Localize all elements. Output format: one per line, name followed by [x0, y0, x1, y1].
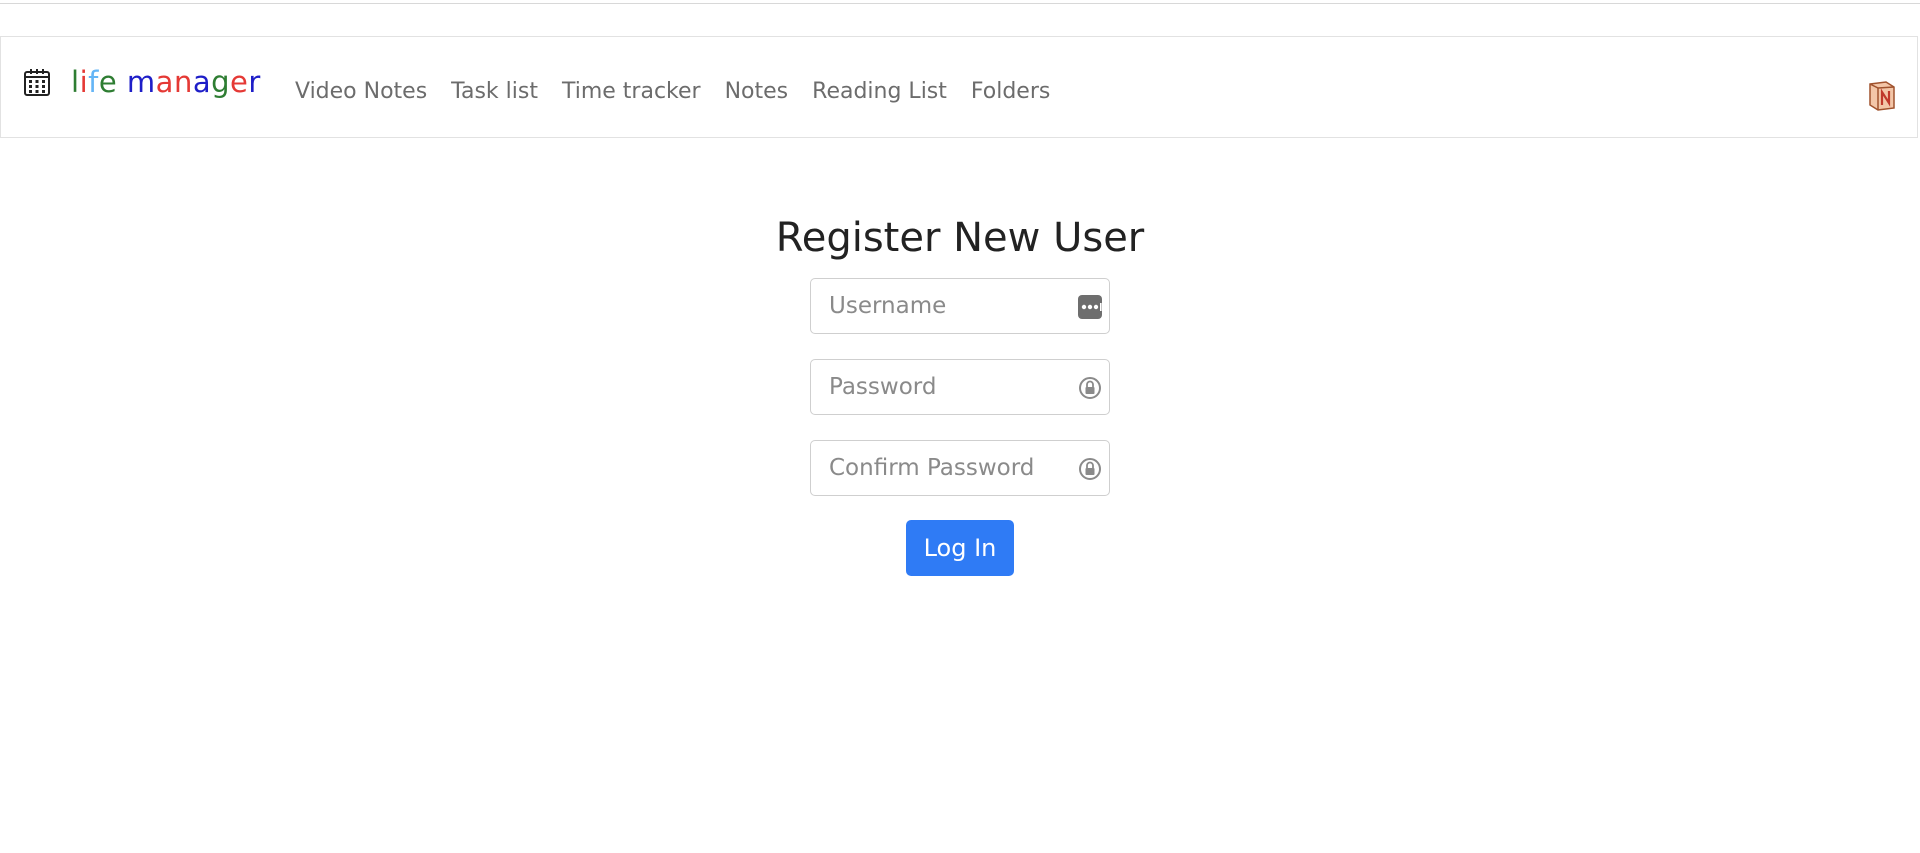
nav-notes[interactable]: Notes — [725, 79, 789, 105]
brand-name: life manager — [71, 67, 261, 97]
nav-task-list[interactable]: Task list — [451, 79, 538, 105]
calendar-icon — [24, 69, 50, 96]
password-field-wrapper — [810, 359, 1110, 415]
brand-letter: e — [98, 65, 118, 99]
brand-letter — [117, 67, 127, 97]
confirm-password-field-wrapper — [810, 440, 1110, 496]
username-input[interactable] — [811, 279, 1109, 333]
nav-links: Video Notes Task list Time tracker Notes… — [295, 79, 1074, 105]
brand-letter: r — [248, 65, 261, 99]
nav-reading-list[interactable]: Reading List — [812, 79, 947, 105]
brand-letter: g — [211, 65, 231, 99]
password-manager-icon[interactable] — [1077, 294, 1103, 320]
brand-letter: l — [71, 65, 80, 99]
nav-folders[interactable]: Folders — [971, 79, 1050, 105]
password-input[interactable] — [811, 360, 1109, 414]
notion-icon[interactable] — [1867, 79, 1897, 111]
brand-letter: n — [173, 65, 193, 99]
confirm-password-input[interactable] — [811, 441, 1109, 495]
brand-letter: a — [192, 65, 212, 99]
brand-letter: e — [230, 65, 249, 99]
password-lock-icon[interactable] — [1077, 375, 1103, 401]
brand-letter: f — [88, 65, 99, 99]
login-button[interactable]: Log In — [905, 520, 1015, 576]
brand-letter: i — [79, 65, 89, 99]
brand[interactable]: life manager — [23, 67, 261, 97]
nav-time-tracker[interactable]: Time tracker — [562, 79, 701, 105]
username-field-wrapper — [810, 278, 1110, 334]
navbar: life manager Video Notes Task list Time … — [0, 36, 1918, 138]
brand-letter: a — [155, 65, 174, 99]
page-title: Register New User — [775, 215, 1145, 261]
password-lock-icon[interactable] — [1077, 456, 1103, 482]
nav-video-notes[interactable]: Video Notes — [295, 79, 427, 105]
brand-letter: m — [126, 65, 156, 99]
register-form: Register New User Log In — [0, 210, 1920, 576]
top-divider — [0, 3, 1920, 4]
